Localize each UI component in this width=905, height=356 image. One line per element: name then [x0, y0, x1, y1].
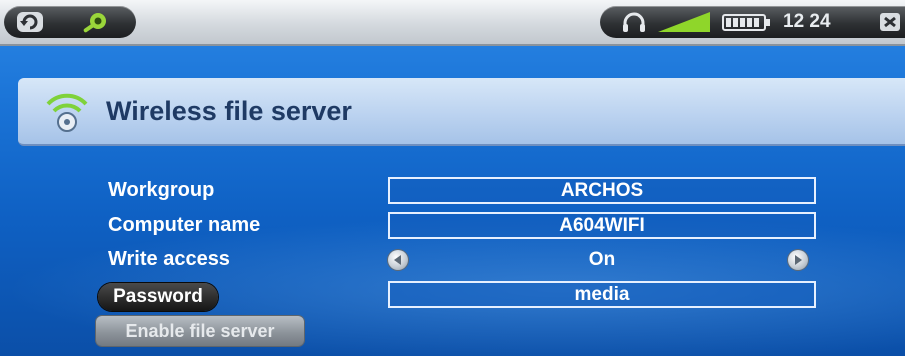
- back-icon[interactable]: [16, 10, 44, 34]
- password-field[interactable]: media: [388, 281, 816, 308]
- computer-name-label: Computer name: [108, 214, 261, 236]
- workgroup-field[interactable]: ARCHOS: [388, 177, 816, 204]
- close-icon[interactable]: [878, 10, 902, 34]
- enable-file-server-button[interactable]: Enable file server: [96, 316, 304, 346]
- settings-icon[interactable]: [80, 10, 108, 34]
- password-button[interactable]: Password: [98, 283, 218, 311]
- volume-icon: [656, 10, 712, 34]
- computer-name-field[interactable]: A604WIFI: [388, 212, 816, 239]
- clock-time: 12 24: [783, 11, 831, 32]
- wifi-server-icon: [40, 84, 94, 138]
- status-bar: 12 24: [0, 0, 905, 46]
- title-band: Wireless file server: [18, 78, 905, 146]
- battery-icon: [722, 10, 772, 34]
- screen: 12 24 Wireless file server Workgroup ARC…: [0, 0, 905, 356]
- write-access-label: Write access: [108, 248, 230, 270]
- write-access-selector: On: [388, 246, 816, 274]
- workgroup-label: Workgroup: [108, 179, 215, 201]
- previous-option-icon[interactable]: [388, 250, 408, 270]
- next-option-icon[interactable]: [788, 250, 808, 270]
- page-title: Wireless file server: [106, 96, 352, 126]
- headphones-icon: [620, 10, 648, 34]
- write-access-value: On: [588, 249, 616, 270]
